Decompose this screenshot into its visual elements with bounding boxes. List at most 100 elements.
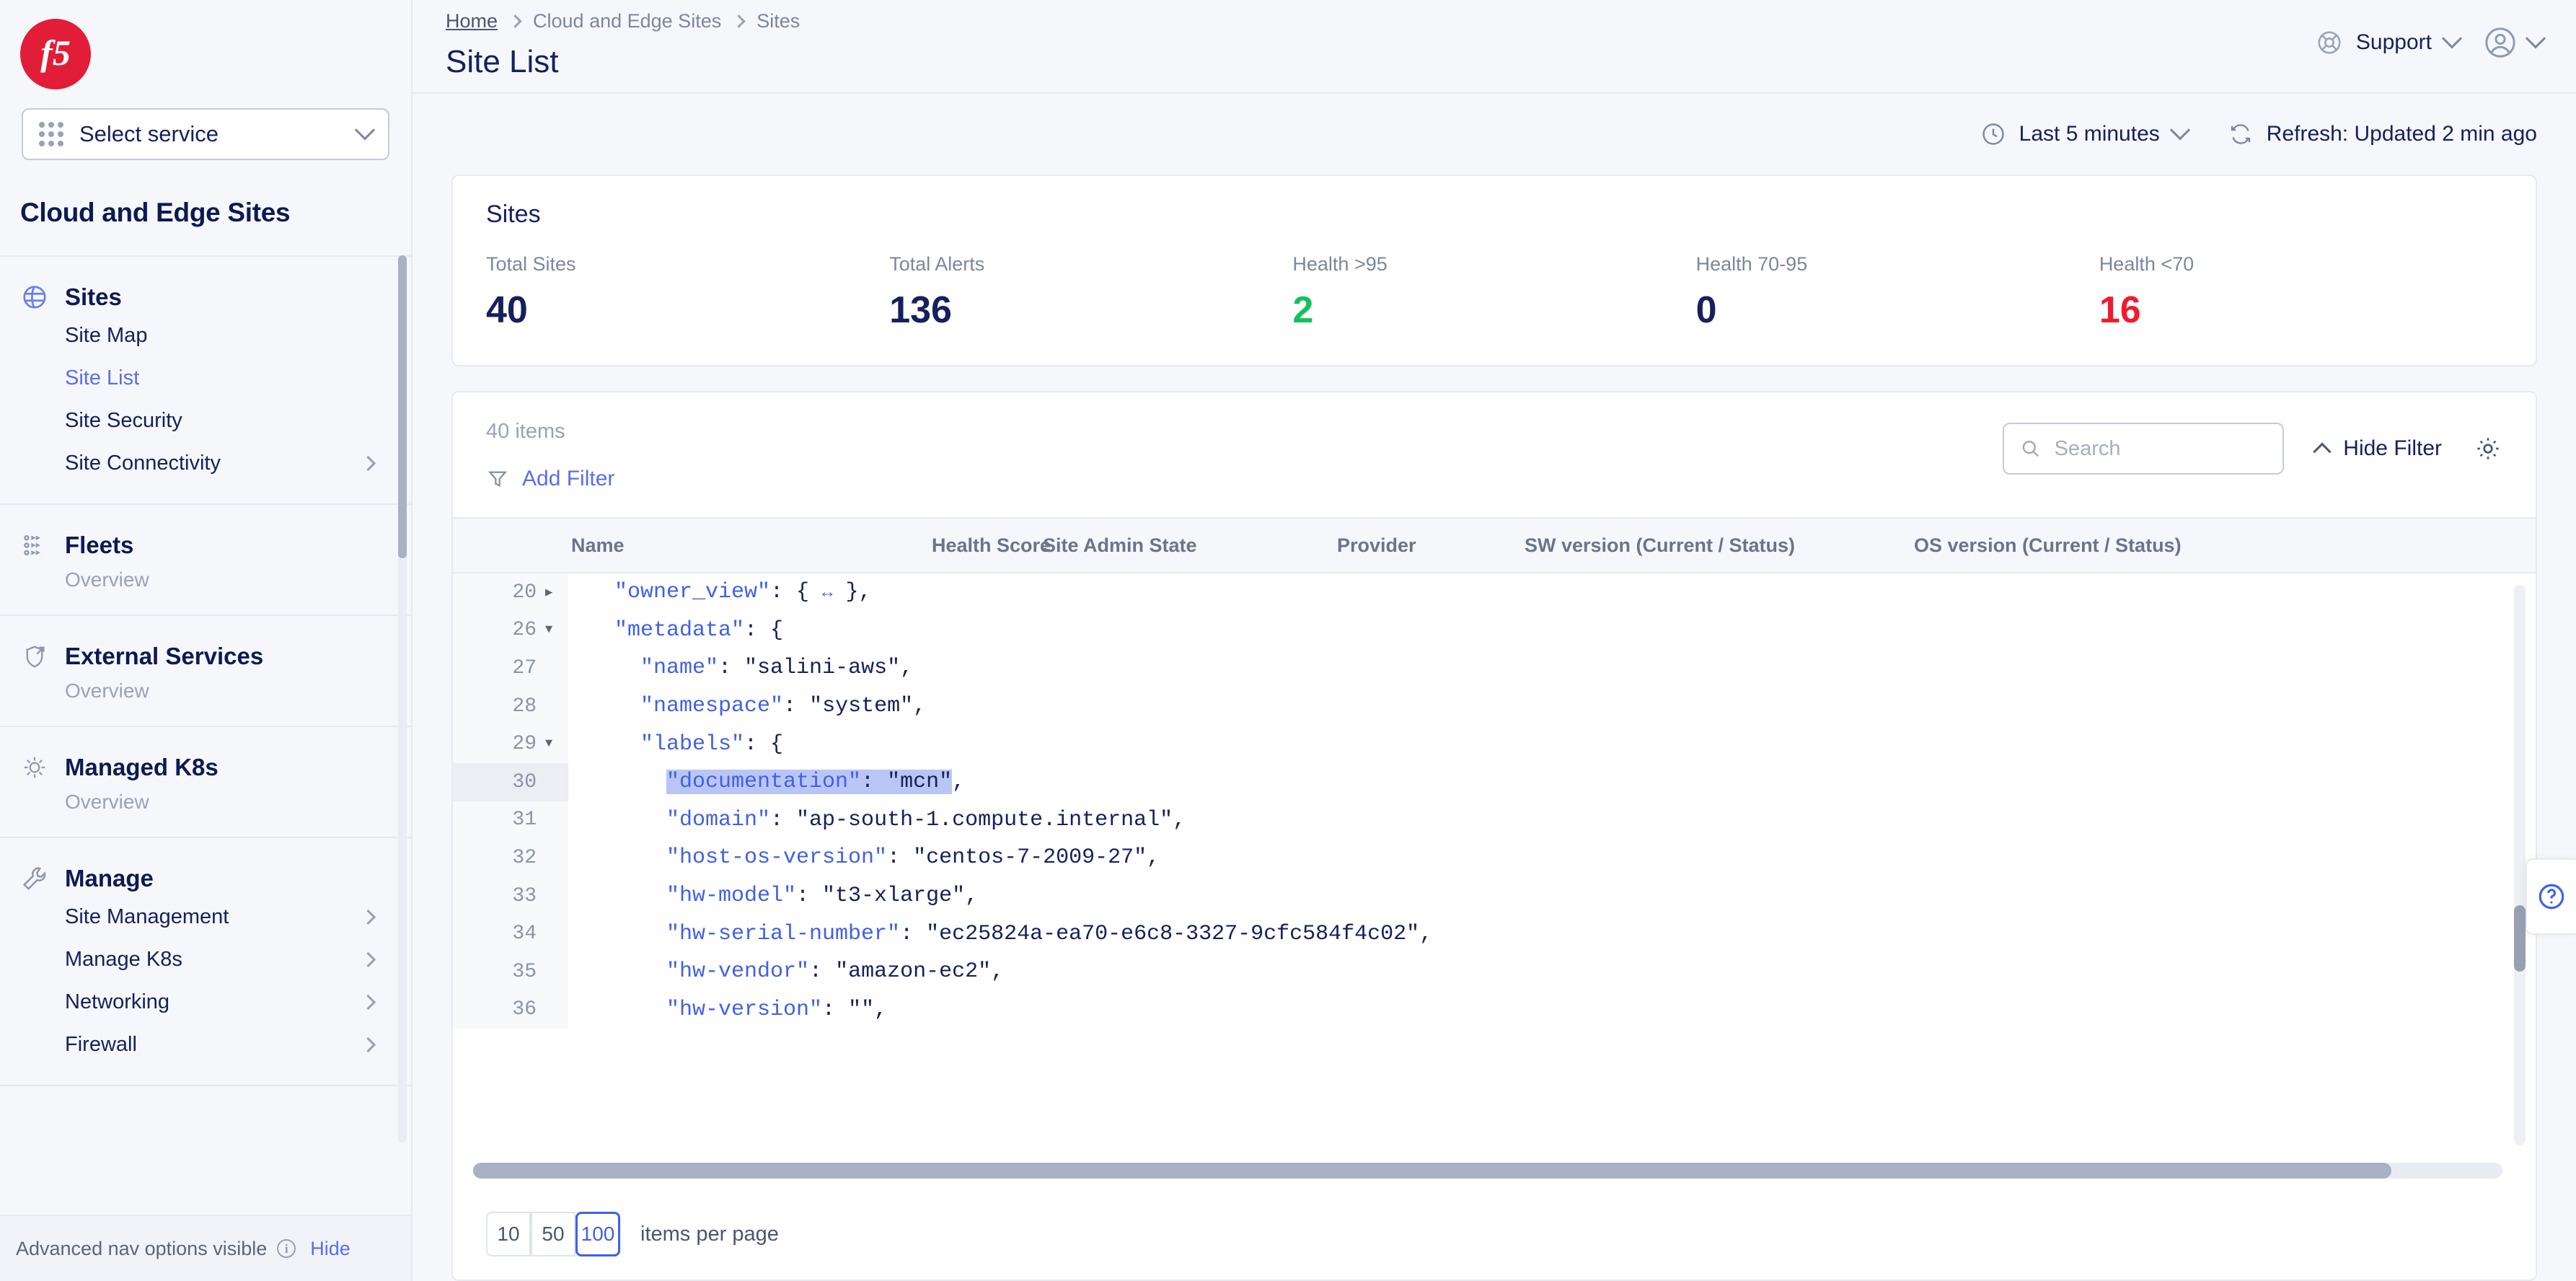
sidebar-item-manage-k8s[interactable]: Manage K8s [0, 938, 411, 981]
sidebar-item-label: Site Connectivity [65, 452, 221, 475]
json-horizontal-scrollbar-thumb[interactable] [473, 1163, 2391, 1179]
fold-placeholder [545, 700, 555, 713]
sidebar-heading: Cloud and Edge Sites [20, 198, 291, 227]
items-count: 40 items [486, 420, 565, 443]
refresh-button[interactable]: Refresh: Updated 2 min ago [2228, 121, 2537, 147]
help-button[interactable] [2526, 858, 2576, 935]
chevron-down-icon [2525, 28, 2546, 49]
sidebar-item-firewall[interactable]: Firewall [0, 1024, 411, 1066]
chevron-right-icon [360, 1036, 376, 1053]
sidebar-item-label: Site Map [65, 324, 148, 347]
chevron-up-icon [2313, 442, 2332, 461]
sidebar-item-label: Site Management [65, 905, 229, 928]
json-viewer[interactable]: 20 ▶ "owner_view": { ↔ }, 26 ▼ "metadata": {2… [453, 573, 2536, 1189]
chevron-right-icon [360, 455, 376, 472]
code-line[interactable]: 36 "hw-version": "", [453, 990, 2536, 1029]
sidebar-item-site-connectivity[interactable]: Site Connectivity [0, 442, 411, 485]
refresh-label: Refresh: Updated 2 min ago [2266, 122, 2537, 146]
add-filter-button[interactable]: Add Filter [486, 467, 2003, 491]
json-key: "owner_view" [614, 580, 771, 605]
code-line[interactable]: 33 "hw-model": "t3-xlarge", [453, 876, 2536, 915]
sidebar-item-site-list[interactable]: Site List [0, 357, 411, 400]
breadcrumb-sites[interactable]: Sites [757, 10, 800, 32]
sidebar-scrollbar-thumb[interactable] [398, 255, 407, 558]
code-line[interactable]: 28 "namespace": "system", [453, 687, 2536, 726]
json-punct: , [1419, 921, 1433, 946]
time-range-label: Last 5 minutes [2019, 122, 2160, 146]
stat-value: 0 [1695, 289, 1717, 331]
table-column-header[interactable]: Health Score [932, 534, 1051, 557]
fold-expanded-icon[interactable]: ▼ [545, 623, 555, 637]
account-menu[interactable] [2484, 26, 2546, 59]
info-icon[interactable]: i [277, 1239, 296, 1258]
code-line[interactable]: 20 ▶ "owner_view": { ↔ }, [453, 573, 2536, 612]
fold-placeholder [545, 927, 555, 941]
nav-group-header-manage[interactable]: Manage [0, 857, 411, 896]
nav-group-subtitle[interactable]: Overview [0, 785, 411, 818]
nav-group-subtitle[interactable]: Overview [0, 563, 411, 596]
nav-group-header-fleets[interactable]: Fleets [0, 524, 411, 563]
hide-filter-button[interactable]: Hide Filter [2313, 436, 2442, 461]
sidebar-item-site-management[interactable]: Site Management [0, 896, 411, 938]
code-line[interactable]: 31 "domain": "ap-south-1.compute.interna… [453, 801, 2536, 840]
fold-placeholder [545, 1003, 555, 1016]
line-number-gutter: 33 [453, 876, 568, 915]
code-line[interactable]: 35 "hw-vendor": "amazon-ec2", [453, 952, 2536, 991]
code-line[interactable]: 30 "documentation": "mcn", [453, 762, 2536, 801]
json-code-area[interactable]: 20 ▶ "owner_view": { ↔ }, 26 ▼ "metadata": {2… [453, 573, 2536, 1189]
json-vertical-scrollbar-track[interactable] [2514, 585, 2526, 1145]
code-line[interactable]: 32 "host-os-version": "centos-7-2009-27"… [453, 839, 2536, 877]
line-number: 33 [512, 884, 537, 907]
sidebar-item-site-map[interactable]: Site Map [0, 314, 411, 357]
table-toolbar: 40 items Add Filter Search Hide Filter [453, 392, 2536, 491]
time-range-selector[interactable]: Last 5 minutes [1980, 120, 2190, 147]
sidebar-item-site-security[interactable]: Site Security [0, 400, 411, 442]
breadcrumb-separator-icon [508, 14, 522, 28]
nav-group-header-external-services[interactable]: External Services [0, 635, 411, 674]
breadcrumb-cloud-edge-sites[interactable]: Cloud and Edge Sites [533, 10, 721, 32]
fleets-icon [20, 531, 49, 560]
search-input[interactable] [2054, 436, 2267, 461]
service-selector[interactable]: Select service [22, 108, 389, 160]
stat-card-total-alerts: Total Alerts 136 [889, 253, 1292, 332]
line-number-gutter: 20 ▶ [453, 573, 568, 612]
code-line[interactable]: 34 "hw-serial-number": "ec25824a-ea70-e6… [453, 915, 2536, 953]
hide-nav-link[interactable]: Hide [310, 1238, 350, 1260]
table-column-header[interactable]: Name [571, 534, 625, 557]
breadcrumb-home[interactable]: Home [446, 10, 498, 32]
f5-logo[interactable]: f5 [0, 0, 411, 108]
support-button[interactable]: Support [2316, 28, 2463, 56]
json-punct: : { [744, 617, 784, 643]
json-value: "salini-aws" [744, 656, 901, 681]
line-number: 35 [512, 960, 537, 983]
items-per-page-50[interactable]: 50 [531, 1212, 575, 1256]
code-line-text: "hw-version": "", [568, 998, 887, 1022]
code-line[interactable]: 27 "name": "salini-aws", [453, 649, 2536, 687]
json-punct: , [913, 694, 927, 719]
chevron-down-icon [2169, 120, 2190, 141]
code-line[interactable]: 29 ▼ "labels": { [453, 725, 2536, 763]
nav-group-header-managed-k8s[interactable]: Managed K8s [0, 746, 411, 785]
table-column-header[interactable]: Site Admin State [1043, 534, 1197, 557]
table-header-row: Name Health Score Site Admin State Provider… [453, 517, 2536, 573]
table-column-header[interactable]: SW version (Current / Status) [1525, 534, 1795, 557]
sidebar-item-label: Firewall [65, 1033, 137, 1056]
table-toolbar-right: Hide Filter [2003, 420, 2502, 475]
gear-icon[interactable] [2474, 434, 2502, 463]
json-vertical-scrollbar-thumb[interactable] [2514, 905, 2526, 972]
sidebar-item-networking[interactable]: Networking [0, 981, 411, 1024]
json-horizontal-scrollbar-track[interactable] [473, 1163, 2502, 1179]
fold-placeholder [545, 775, 555, 789]
fold-collapsed-icon[interactable]: ▶ [545, 585, 555, 600]
fold-expanded-icon[interactable]: ▼ [545, 737, 555, 751]
search-box[interactable] [2003, 423, 2285, 475]
table-column-header[interactable]: Provider [1337, 534, 1416, 557]
items-per-page-100[interactable]: 100 [575, 1212, 620, 1256]
nav-group-subtitle[interactable]: Overview [0, 674, 411, 707]
nav-group-title: Manage [65, 865, 154, 892]
fold-placeholder [545, 661, 555, 675]
table-column-header[interactable]: OS version (Current / Status) [1914, 534, 2182, 557]
nav-group-header-sites[interactable]: Sites [0, 276, 411, 314]
items-per-page-10[interactable]: 10 [486, 1212, 531, 1256]
code-line[interactable]: 26 ▼ "metadata": { [453, 611, 2536, 650]
